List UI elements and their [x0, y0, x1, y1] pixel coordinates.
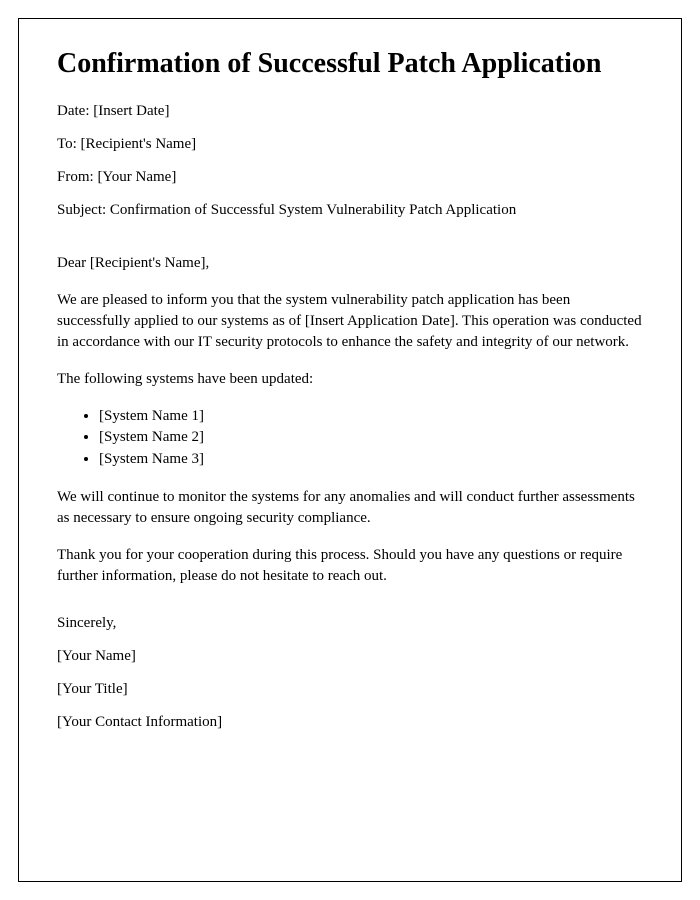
to-line: To: [Recipient's Name] — [57, 136, 643, 153]
signature-contact: [Your Contact Information] — [57, 714, 643, 731]
from-value: [Your Name] — [97, 169, 176, 185]
body-paragraph-2: The following systems have been updated: — [57, 369, 643, 390]
subject-label: Subject: — [57, 202, 110, 218]
signoff: Sincerely, — [57, 615, 643, 632]
from-line: From: [Your Name] — [57, 169, 643, 186]
body-paragraph-4: Thank you for your cooperation during th… — [57, 545, 643, 587]
to-label: To: — [57, 136, 81, 152]
salutation: Dear [Recipient's Name], — [57, 253, 643, 274]
document-title: Confirmation of Successful Patch Applica… — [57, 47, 643, 81]
from-label: From: — [57, 169, 97, 185]
date-value: [Insert Date] — [93, 103, 169, 119]
document-page: Confirmation of Successful Patch Applica… — [18, 18, 682, 882]
subject-line: Subject: Confirmation of Successful Syst… — [57, 202, 643, 219]
to-value: [Recipient's Name] — [81, 136, 197, 152]
signature-block: Sincerely, [Your Name] [Your Title] [You… — [57, 615, 643, 731]
signature-name: [Your Name] — [57, 648, 643, 665]
systems-list: [System Name 1] [System Name 2] [System … — [99, 406, 643, 471]
body-paragraph-3: We will continue to monitor the systems … — [57, 487, 643, 529]
list-item: [System Name 3] — [99, 449, 643, 471]
signature-title: [Your Title] — [57, 681, 643, 698]
date-label: Date: — [57, 103, 93, 119]
list-item: [System Name 2] — [99, 427, 643, 449]
list-item: [System Name 1] — [99, 406, 643, 428]
date-line: Date: [Insert Date] — [57, 103, 643, 120]
subject-value: Confirmation of Successful System Vulner… — [110, 202, 516, 218]
body-paragraph-1: We are pleased to inform you that the sy… — [57, 290, 643, 353]
